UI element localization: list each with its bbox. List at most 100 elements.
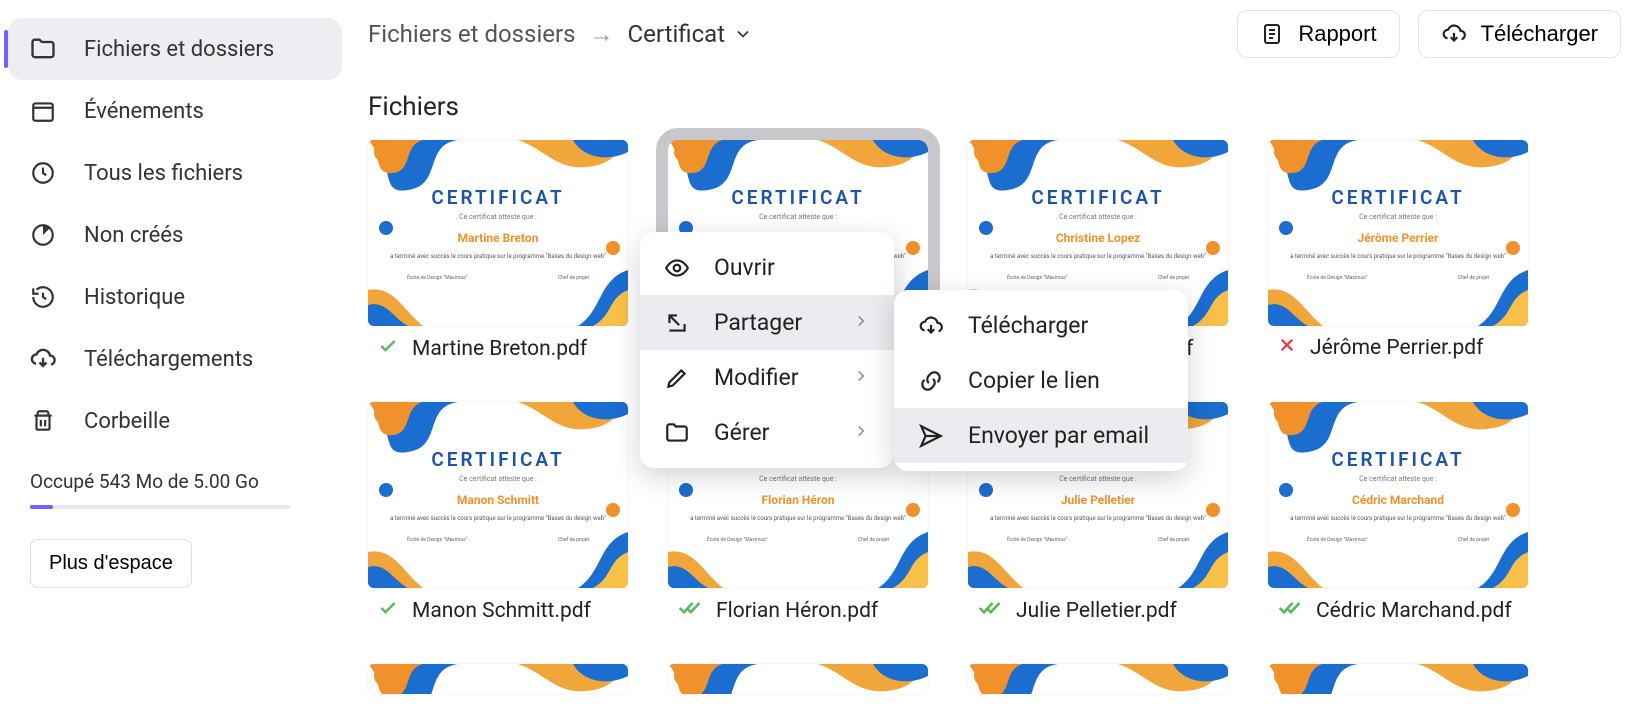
certificate-preview: CERTIFICAT Ce certificat atteste que : M… [368,402,628,588]
ctx-open[interactable]: Ouvrir [640,240,894,295]
pie-icon [28,220,58,250]
chevron-right-icon [852,419,870,446]
download-label: Télécharger [1481,21,1598,47]
cert-name: Florian Héron [762,493,835,507]
file-card[interactable]: CERTIFICAT Ce certificat atteste que : C… [1268,402,1528,624]
cert-title: CERTIFICAT [431,448,564,471]
clock-icon [28,158,58,188]
sidebar-item-history[interactable]: Historique [8,266,342,328]
file-name: Manon Schmitt.pdf [412,599,591,623]
cert-subtitle: Ce certificat atteste que : [459,213,537,221]
chevron-right-icon [852,364,870,391]
file-thumbnail[interactable] [1268,664,1528,694]
file-card[interactable] [968,664,1228,694]
ctx-sub-email[interactable]: Envoyer par email [894,408,1188,463]
ctx-edit[interactable]: Modifier [640,350,894,405]
cert-signatures: École de Design "Maximus"Chef de projet [707,537,889,543]
sidebar-item-label: Non créés [84,223,183,248]
cloud-download-icon [28,344,58,374]
ctx-manage-icon [664,420,690,446]
cert-subtitle: Ce certificat atteste que : [759,213,837,221]
sidebar-item-all-files[interactable]: Tous les fichiers [8,142,342,204]
file-card[interactable] [1268,664,1528,694]
cert-subtitle: Ce certificat atteste que : [1359,475,1437,483]
breadcrumb-root[interactable]: Fichiers et dossiers [368,20,576,48]
cert-subtitle: Ce certificat atteste que : [1359,213,1437,221]
sidebar-item-events[interactable]: Événements [8,80,342,142]
sidebar-item-not-created[interactable]: Non créés [8,204,342,266]
cert-signatures: École de Design "Maximus"Chef de projet [1307,275,1489,281]
cert-name: Manon Schmitt [457,493,539,507]
ctx-open-icon [664,255,690,281]
topbar: Fichiers et dossiers → Certificat Rappor… [368,10,1651,58]
cert-desc: a terminé avec succès le cours pratique … [1290,253,1506,261]
sidebar-item-label: Événements [84,99,204,124]
file-name: Julie Pelletier.pdf [1016,599,1177,623]
breadcrumb-current[interactable]: Certificat [628,20,754,48]
storage-text: Occupé 543 Mo de 5.00 Go [30,470,320,493]
cert-signatures: École de Design "Maximus"Chef de projet [1007,537,1189,543]
trash-icon [28,406,58,436]
file-card[interactable]: CERTIFICAT Ce certificat atteste que : M… [368,402,628,624]
top-actions: Rapport Télécharger [1237,10,1621,58]
file-name: Cédric Marchand.pdf [1316,599,1512,623]
download-button[interactable]: Télécharger [1418,10,1621,58]
file-thumbnail[interactable]: CERTIFICAT Ce certificat atteste que : M… [368,402,628,588]
sidebar-item-trash[interactable]: Corbeille [8,390,342,452]
file-thumbnail[interactable] [668,664,928,694]
more-space-button[interactable]: Plus d'espace [30,539,192,588]
file-card[interactable]: CERTIFICAT Ce certificat atteste que : M… [368,140,628,362]
cert-desc: a terminé avec succès le cours pratique … [990,253,1206,261]
sidebar-item-label: Corbeille [84,409,170,434]
file-thumbnail[interactable] [968,664,1228,694]
sidebar-item-label: Tous les fichiers [84,161,243,186]
file-meta: Julie Pelletier.pdf [968,598,1228,624]
file-thumbnail[interactable]: CERTIFICAT Ce certificat atteste que : M… [368,140,628,326]
storage-info: Occupé 543 Mo de 5.00 Go [8,452,342,517]
ctx-label: Modifier [714,364,799,391]
cert-name: Jérôme Perrier [1357,231,1438,245]
cert-desc: a terminé avec succès le cours pratique … [990,515,1206,523]
file-card[interactable] [668,664,928,694]
ctx-sub-copylink[interactable]: Copier le lien [894,353,1188,408]
cert-signatures: École de Design "Maximus"Chef de projet [407,537,589,543]
cert-name: Julie Pelletier [1061,493,1135,507]
certificate-preview: CERTIFICAT Ce certificat atteste que : J… [1268,140,1528,326]
report-button[interactable]: Rapport [1237,10,1399,58]
sidebar-item-downloads[interactable]: Téléchargements [8,328,342,390]
error-icon [1278,336,1296,360]
file-card[interactable]: CERTIFICAT Ce certificat atteste que : J… [1268,140,1528,362]
cert-subtitle: Ce certificat atteste que : [459,475,537,483]
cert-signatures: École de Design "Maximus"Chef de projet [1307,537,1489,543]
ctx-label: Télécharger [968,312,1088,339]
cert-subtitle: Ce certificat atteste que : [1059,475,1137,483]
ctx-edit-icon [664,365,690,391]
file-meta: Martine Breton.pdf [368,336,628,362]
report-icon [1260,22,1284,46]
sidebar-item-label: Historique [84,285,185,310]
cert-signatures: École de Design "Maximus"Chef de projet [1007,275,1189,281]
ctx-manage[interactable]: Gérer [640,405,894,460]
breadcrumb: Fichiers et dossiers → Certificat [368,20,753,49]
ctx-sub-download[interactable]: Télécharger [894,298,1188,353]
sidebar-item-label: Téléchargements [84,347,253,372]
folder-icon [28,34,58,64]
context-submenu: Télécharger Copier le lien Envoyer par e… [894,290,1188,471]
cert-title: CERTIFICAT [431,186,564,209]
cert-desc: a terminé avec succès le cours pratique … [1290,515,1506,523]
ctx-label: Gérer [714,419,769,446]
cert-name: Martine Breton [458,231,539,245]
file-thumbnail[interactable]: CERTIFICAT Ce certificat atteste que : C… [1268,402,1528,588]
cert-title: CERTIFICAT [731,186,864,209]
history-icon [28,282,58,312]
file-card[interactable] [368,664,628,694]
file-thumbnail[interactable]: CERTIFICAT Ce certificat atteste que : J… [1268,140,1528,326]
ctx-share[interactable]: Partager [640,295,894,350]
ctx-label: Partager [714,309,802,336]
sidebar-item-files[interactable]: Fichiers et dossiers [8,18,342,80]
certificate-preview: CERTIFICAT Ce certificat atteste que : C… [1268,402,1528,588]
cert-title: CERTIFICAT [1031,186,1164,209]
file-meta: Florian Héron.pdf [668,598,928,624]
file-meta: Jérôme Perrier.pdf [1268,336,1528,360]
file-thumbnail[interactable] [368,664,628,694]
